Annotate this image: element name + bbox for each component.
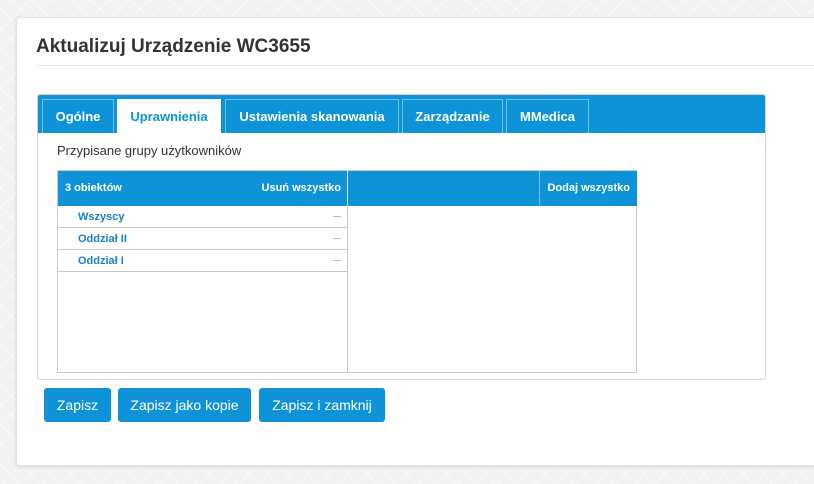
group-name: Oddział I [78, 255, 124, 267]
assigned-groups-heading: Przypisane grupy użytkowników [57, 143, 242, 158]
group-name: Oddział II [78, 233, 127, 245]
assigned-count: 3 obiektów [65, 182, 122, 194]
group-name: Wszyscy [78, 211, 125, 223]
remove-icon[interactable] [333, 260, 341, 261]
assigned-list-header: 3 obiektów Usuń wszystko [58, 171, 347, 206]
add-all-wrap: Dodaj wszystko [539, 171, 637, 206]
save-and-close-button[interactable]: Zapisz i zamknij [259, 388, 385, 422]
tab-general[interactable]: Ogólne [42, 99, 114, 133]
save-as-copy-button[interactable]: Zapisz jako kopie [118, 388, 251, 422]
list-item[interactable]: Oddział II [58, 228, 347, 250]
add-all-button[interactable]: Dodaj wszystko [547, 182, 630, 194]
list-item[interactable]: Oddział I [58, 250, 347, 272]
tab-scan-settings[interactable]: Ustawienia skanowania [225, 99, 399, 133]
available-list-header: Dodaj wszystko [348, 171, 637, 206]
remove-all-button[interactable]: Usuń wszystko [262, 182, 341, 194]
remove-icon[interactable] [333, 238, 341, 239]
title-divider [36, 65, 814, 66]
update-device-panel: Aktualizuj Urządzenie WC3655 Ogólne Upra… [16, 17, 814, 466]
tab-mmedica[interactable]: MMedica [506, 99, 589, 133]
tab-management[interactable]: Zarządzanie [402, 99, 503, 133]
tab-bar: Ogólne Uprawnienia Ustawienia skanowania… [38, 95, 765, 133]
remove-icon[interactable] [333, 216, 341, 217]
save-button[interactable]: Zapisz [44, 388, 111, 422]
group-assignment-lists: 3 obiektów Usuń wszystko Dodaj wszystko … [57, 170, 637, 373]
page-title: Aktualizuj Urządzenie WC3655 [36, 36, 311, 57]
tabs-container: Ogólne Uprawnienia Ustawienia skanowania… [37, 94, 766, 380]
list-item[interactable]: Wszyscy [58, 206, 347, 228]
tab-permissions[interactable]: Uprawnienia [117, 99, 221, 133]
list-divider [347, 206, 348, 373]
